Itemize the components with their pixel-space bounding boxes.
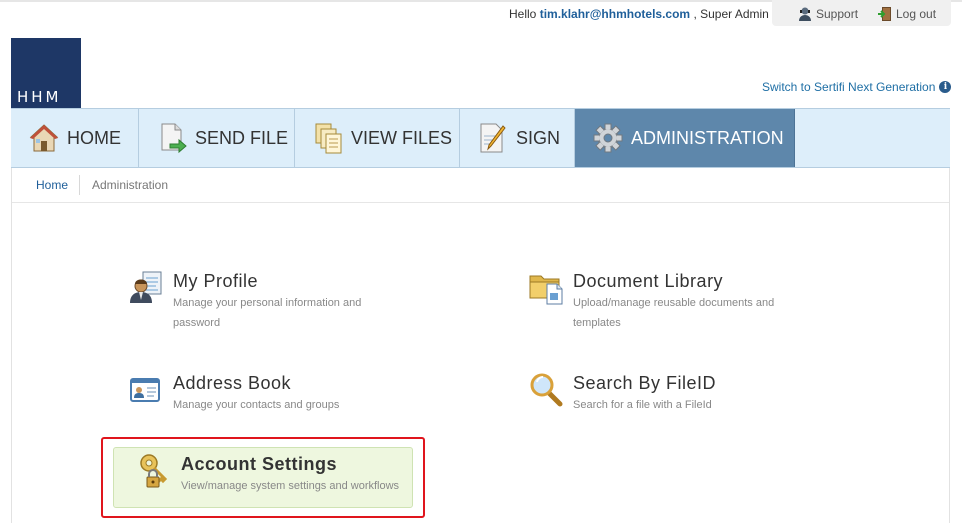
tab-view-files-label: VIEW FILES [351, 127, 453, 148]
logo-text: HHM [17, 88, 62, 106]
main-nav: HOME SEND FILE VIEW FILES SIGN ADMINISTR… [11, 108, 950, 168]
my-profile-title: My Profile [173, 271, 259, 291]
breadcrumb-current: Administration [92, 178, 169, 192]
tab-home[interactable]: HOME [11, 109, 139, 167]
address-book-title: Address Book [173, 373, 292, 393]
support-link[interactable]: Support [797, 6, 858, 22]
breadcrumb-home[interactable]: Home [36, 178, 68, 192]
send-file-icon [161, 123, 187, 154]
tab-view-files[interactable]: VIEW FILES [295, 109, 460, 167]
logout-icon [878, 7, 891, 21]
tab-sign-label: SIGN [516, 127, 561, 148]
admin-item-address-book[interactable]: Address Book Manage your contacts and gr… [129, 372, 339, 415]
greeting: Hello tim.klahr@hhmhotels.com , Super Ad… [509, 7, 769, 21]
admin-item-my-profile[interactable]: My Profile Manage your personal informat… [129, 270, 361, 333]
logout-link[interactable]: Log out [877, 6, 936, 22]
tab-administration[interactable]: ADMINISTRATION [575, 109, 795, 167]
magnifier-icon [530, 373, 563, 407]
admin-item-account-settings[interactable]: Account Settings View/manage system sett… [137, 453, 399, 496]
document-library-title: Document Library [573, 271, 724, 291]
greeting-hello: Hello [509, 7, 537, 21]
home-icon [29, 124, 59, 152]
switch-link-label: Switch to Sertifi Next Generation [762, 80, 936, 94]
logout-label: Log out [896, 7, 937, 21]
my-profile-desc-line2: password [173, 317, 221, 329]
admin-item-search-by-fileid[interactable]: Search By FileID Search for a file with … [529, 372, 716, 415]
sign-icon [480, 123, 506, 153]
support-icon [799, 7, 811, 21]
document-library-desc-line1: Upload/manage reusable documents and [573, 297, 775, 309]
utility-bar: Support Log out [772, 0, 951, 26]
user-role: , Super Admin [693, 7, 769, 21]
account-settings-desc: View/manage system settings and workflow… [181, 480, 400, 492]
document-library-desc-line2: templates [573, 317, 621, 329]
address-book-desc: Manage your contacts and groups [173, 399, 340, 411]
view-files-icon [315, 123, 342, 154]
hhm-logo[interactable]: HHM [11, 38, 81, 108]
my-profile-desc-line1: Manage your personal information and [173, 297, 362, 309]
address-book-icon [130, 378, 160, 402]
tab-sign[interactable]: SIGN [460, 109, 575, 167]
info-icon: i [939, 81, 952, 93]
search-by-fileid-title: Search By FileID [573, 373, 717, 393]
switch-next-generation-link[interactable]: Switch to Sertifi Next Generation i [762, 80, 952, 94]
breadcrumb-separator [79, 175, 80, 195]
tab-home-label: HOME [67, 127, 121, 148]
folder-icon [529, 275, 563, 305]
tab-send-file[interactable]: SEND FILE [139, 109, 295, 167]
user-email: tim.klahr@hhmhotels.com [539, 7, 691, 21]
document-library-desc: Upload/manage reusable documents and tem… [573, 293, 774, 333]
account-settings-title: Account Settings [181, 454, 338, 474]
admin-item-document-library[interactable]: Document Library Upload/manage reusable … [529, 270, 774, 333]
breadcrumb: Home Administration [12, 168, 949, 203]
tab-administration-label: ADMINISTRATION [631, 127, 784, 148]
profile-icon [130, 271, 162, 303]
key-lock-icon [140, 454, 168, 488]
support-label: Support [816, 7, 859, 21]
gear-icon [593, 123, 623, 153]
tab-send-file-label: SEND FILE [195, 127, 289, 148]
my-profile-desc: Manage your personal information and pas… [173, 293, 361, 333]
search-by-fileid-desc: Search for a file with a FileId [573, 399, 712, 411]
